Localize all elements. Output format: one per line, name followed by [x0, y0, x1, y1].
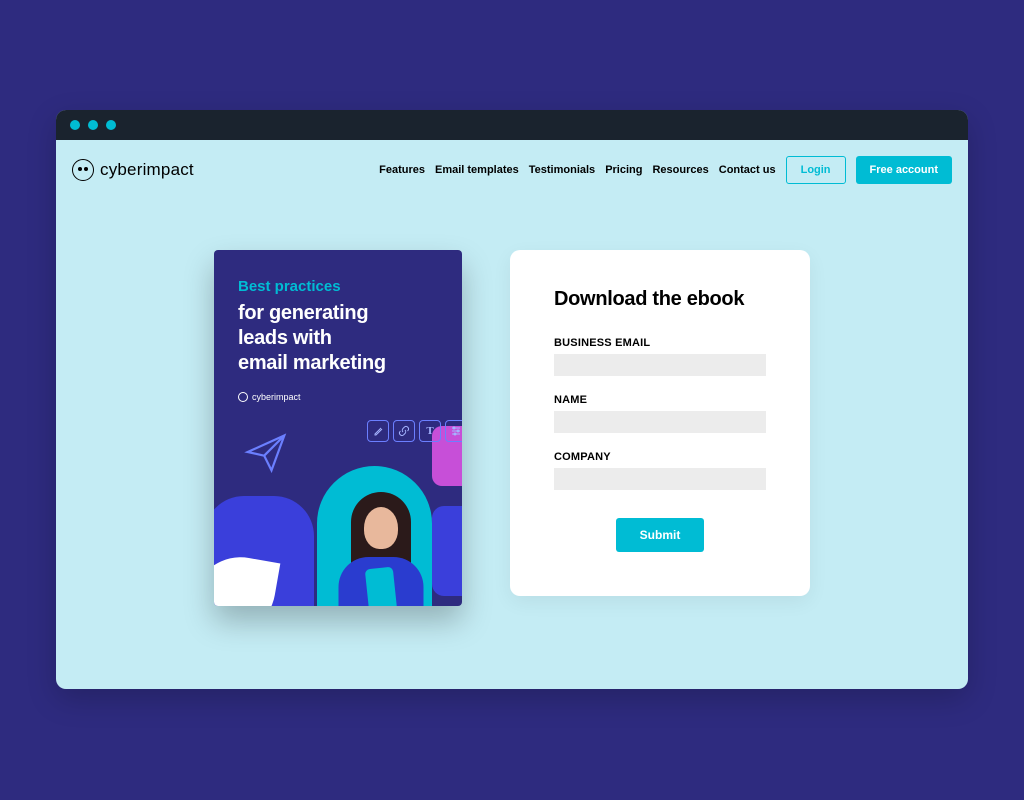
browser-titlebar: [56, 110, 968, 140]
eyedropper-icon: [367, 420, 389, 442]
window-control-close-icon[interactable]: [70, 120, 80, 130]
phone-icon: [364, 567, 396, 606]
business-email-input[interactable]: [554, 354, 766, 376]
field-label: NAME: [554, 394, 766, 406]
nav-pricing[interactable]: Pricing: [605, 164, 642, 176]
field-business-email: BUSINESS EMAIL: [554, 337, 766, 376]
login-button[interactable]: Login: [786, 156, 846, 184]
nav-features[interactable]: Features: [379, 164, 425, 176]
owl-logo-icon: [72, 159, 94, 181]
ebook-brand: cyberimpact: [238, 392, 438, 402]
ebook-cover: Best practices for generating leads with…: [214, 250, 462, 606]
browser-window: cyberimpact Features Email templates Tes…: [56, 110, 968, 689]
ebook-title-line: email marketing: [238, 352, 386, 374]
page-content: Best practices for generating leads with…: [56, 200, 968, 606]
ebook-tagline: Best practices: [238, 278, 438, 295]
logo[interactable]: cyberimpact: [72, 159, 194, 181]
name-input[interactable]: [554, 411, 766, 433]
site-header: cyberimpact Features Email templates Tes…: [56, 140, 968, 200]
field-label: BUSINESS EMAIL: [554, 337, 766, 349]
tool-icons-row: T: [367, 420, 462, 442]
company-input[interactable]: [554, 468, 766, 490]
owl-logo-icon: [238, 392, 248, 402]
top-nav: Features Email templates Testimonials Pr…: [379, 156, 952, 184]
ebook-title-line: leads with: [238, 327, 332, 349]
window-control-maximize-icon[interactable]: [106, 120, 116, 130]
free-account-button[interactable]: Free account: [856, 156, 952, 184]
paper-plane-icon: [244, 430, 288, 474]
ebook-title: for generating leads with email marketin…: [238, 301, 438, 376]
nav-contact[interactable]: Contact us: [719, 164, 776, 176]
nav-email-templates[interactable]: Email templates: [435, 164, 519, 176]
field-name: NAME: [554, 394, 766, 433]
decorative-shape: [432, 506, 462, 596]
text-icon: T: [419, 420, 441, 442]
sliders-icon: [445, 420, 462, 442]
window-control-minimize-icon[interactable]: [88, 120, 98, 130]
ebook-title-line: for generating: [238, 302, 368, 324]
nav-resources[interactable]: Resources: [652, 164, 708, 176]
submit-button[interactable]: Submit: [616, 518, 705, 552]
ebook-brand-text: cyberimpact: [252, 392, 301, 402]
field-label: COMPANY: [554, 451, 766, 463]
logo-text: cyberimpact: [100, 160, 194, 180]
link-icon: [393, 420, 415, 442]
download-form-card: Download the ebook BUSINESS EMAIL NAME C…: [510, 250, 810, 596]
field-company: COMPANY: [554, 451, 766, 490]
form-title: Download the ebook: [554, 288, 766, 311]
person-illustration: [333, 492, 428, 606]
nav-testimonials[interactable]: Testimonials: [529, 164, 595, 176]
